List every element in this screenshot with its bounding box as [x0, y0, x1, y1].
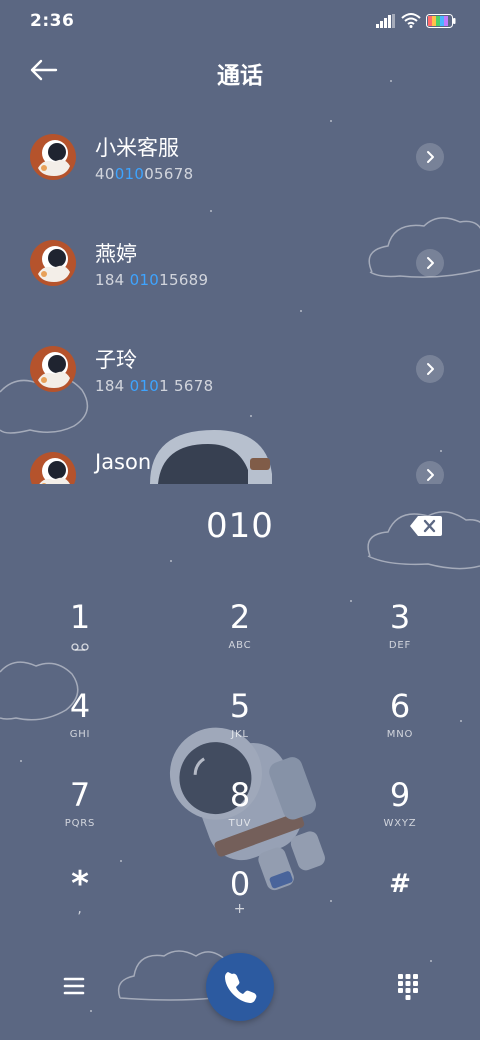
status-time: 2:36 [30, 11, 75, 31]
key-2[interactable]: 2 ABC [180, 598, 300, 678]
key-digit: 6 [389, 687, 411, 725]
bottom-action-bar [0, 950, 480, 1030]
wifi-icon [401, 13, 421, 28]
key-letters: DEF [388, 640, 412, 651]
contact-detail-button[interactable] [416, 355, 444, 383]
battery-icon [426, 14, 456, 28]
contact-row[interactable]: Jason [0, 422, 480, 484]
avatar [30, 240, 76, 286]
key-digit: 9 [389, 776, 411, 814]
key-star[interactable]: * , [20, 865, 140, 945]
avatar [30, 346, 76, 392]
chevron-right-icon [427, 469, 434, 481]
chevron-right-icon [427, 257, 434, 269]
key-digit: 7 [69, 776, 91, 814]
voicemail-icon [71, 643, 89, 651]
key-letters: TUV [228, 818, 252, 829]
key-9[interactable]: 9 WXYZ [340, 776, 460, 856]
key-1[interactable]: 1 [20, 598, 140, 678]
contact-number: 184 01015689 [95, 271, 209, 289]
key-digit: 0 [229, 865, 251, 903]
contact-detail-button[interactable] [416, 461, 444, 484]
header: 通话 [0, 42, 480, 98]
chevron-right-icon [427, 151, 434, 163]
page-title: 通话 [217, 63, 263, 89]
key-letters [340, 907, 460, 919]
key-letters: ABC [228, 640, 252, 651]
signal-icon [376, 14, 395, 28]
key-letters: WXYZ [383, 818, 417, 829]
avatar [30, 452, 76, 484]
key-6[interactable]: 6 MNO [340, 687, 460, 767]
key-7[interactable]: 7 PQRS [20, 776, 140, 856]
contact-name: 燕婷 [95, 242, 137, 266]
dialpad-toggle-button[interactable] [392, 970, 424, 1002]
contact-name: 小米客服 [95, 136, 179, 160]
key-digit: 4 [69, 687, 91, 725]
contact-row[interactable]: 燕婷 184 01015689 [0, 210, 480, 316]
backspace-icon [410, 516, 442, 536]
key-letters: JKL [231, 729, 249, 740]
dialpad-icon [398, 974, 418, 1000]
contact-detail-button[interactable] [416, 249, 444, 277]
backspace-button[interactable] [408, 512, 444, 540]
key-digit: 8 [229, 776, 251, 814]
key-letters: + [233, 901, 247, 917]
status-bar: 2:36 [0, 0, 480, 42]
number-match-highlight: 010 [129, 271, 160, 289]
contact-number: 184 0101 5678 [95, 377, 214, 395]
key-digit: 5 [229, 687, 251, 725]
key-letters: GHI [69, 729, 91, 740]
contact-row[interactable]: 小米客服 4001005678 [0, 104, 480, 210]
contact-detail-button[interactable] [416, 143, 444, 171]
key-hash[interactable]: # [340, 865, 460, 945]
contact-suggestion-list: 小米客服 4001005678 燕婷 184 01015689 子玲 184 0… [0, 104, 480, 484]
key-digit: 1 [69, 598, 91, 636]
dialpad: 1 2 ABC 3 DEF 4 GHI 5 JKL 6 MNO 7 PQRS 8… [0, 588, 480, 944]
chevron-right-icon [427, 363, 434, 375]
contact-name: 子玲 [95, 348, 137, 372]
key-5[interactable]: 5 JKL [180, 687, 300, 767]
phone-icon [225, 972, 257, 1003]
key-letters: MNO [386, 729, 414, 740]
number-match-highlight: 010 [129, 377, 160, 395]
key-8[interactable]: 8 TUV [180, 776, 300, 856]
key-3[interactable]: 3 DEF [340, 598, 460, 678]
key-digit: * [71, 864, 89, 904]
contact-name: Jason [95, 450, 152, 474]
avatar [30, 134, 76, 180]
key-4[interactable]: 4 GHI [20, 687, 140, 767]
contact-row[interactable]: 子玲 184 0101 5678 [0, 316, 480, 422]
key-letters: , [77, 901, 83, 917]
key-digit: 2 [229, 598, 251, 636]
key-digit: 3 [389, 598, 411, 636]
contact-number: 4001005678 [95, 165, 194, 183]
number-match-highlight: 010 [114, 165, 145, 183]
key-0[interactable]: 0 + [180, 865, 300, 945]
call-button[interactable] [206, 953, 274, 1021]
menu-button[interactable] [58, 972, 90, 1000]
key-letters: PQRS [64, 818, 96, 829]
menu-icon [63, 977, 85, 995]
key-digit: # [389, 869, 411, 899]
